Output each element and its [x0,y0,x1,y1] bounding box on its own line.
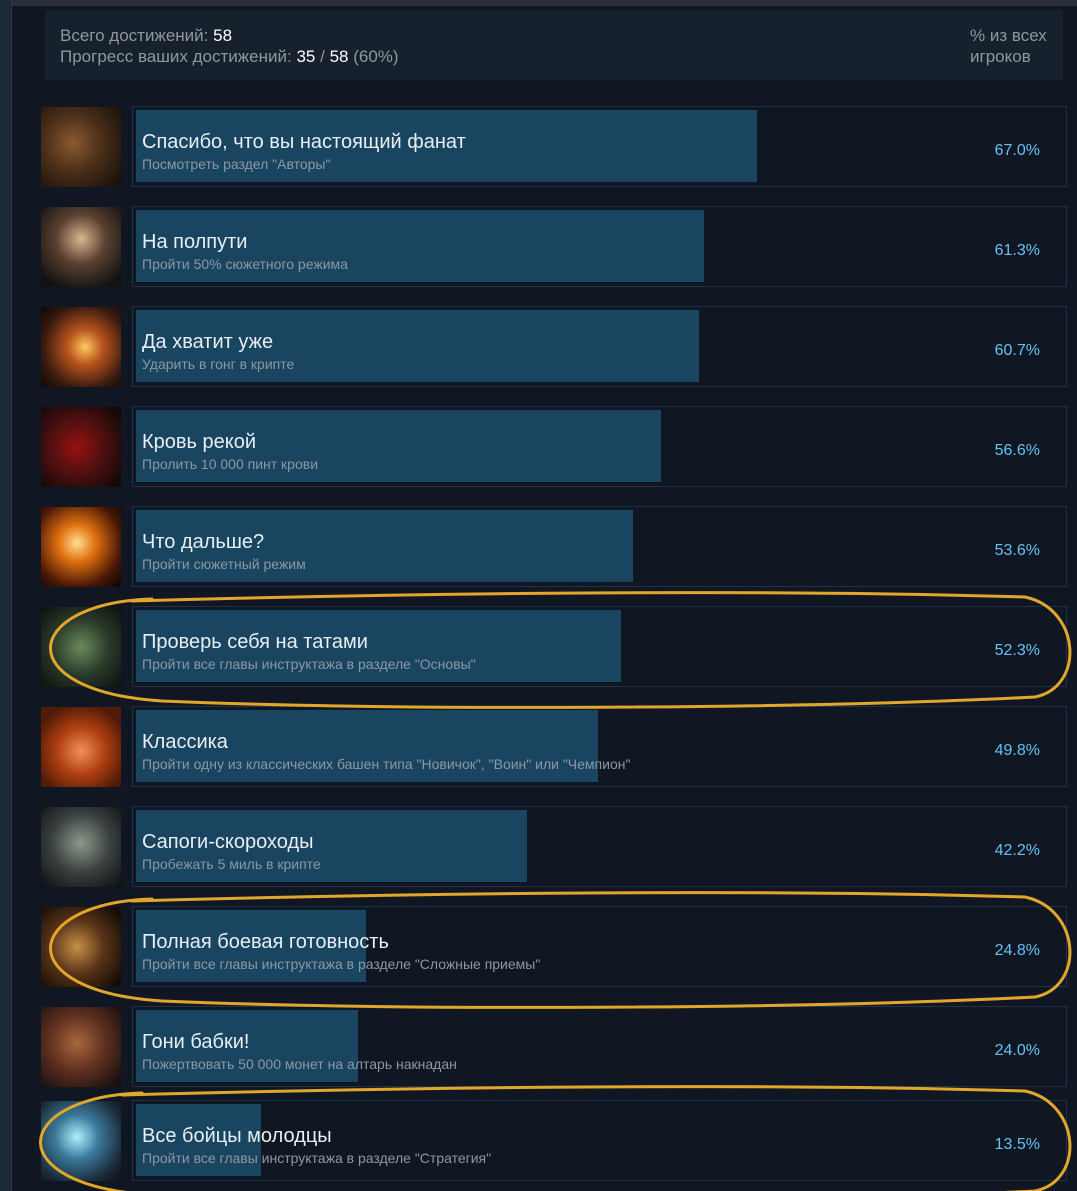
progress-label: Прогресс ваших достижений: [60,47,292,66]
achievement-title: Полная боевая готовность [142,931,389,953]
blood-achievement-icon [41,407,121,487]
achievement-description: Посмотреть раздел "Авторы" [142,156,331,172]
achievement-title: Классика [142,731,228,753]
left-rail [0,0,12,1191]
total-achievements-label: Всего достижений: [60,26,209,45]
money-achievement-icon [41,1007,121,1087]
achievement-row[interactable]: Что дальше? Пройти сюжетный режим 53.6% [41,506,1067,587]
achievement-row[interactable]: Полная боевая готовность Пройти все главы… [41,906,1067,987]
tatami-achievement-icon [41,607,121,687]
achievements-summary: Всего достижений: 58 Прогресс ваших дост… [45,10,1063,80]
achievement-global-percent: 24.8% [994,942,1040,959]
achievement-description: Пройти все главы инструктажа в разделе "… [142,656,476,672]
story-complete-achievement-icon [41,507,121,587]
achievement-progress-box: Спасибо, что вы настоящий фанат Посмотрет… [132,106,1067,187]
achievement-progress-box: Да хватит уже Ударить в гонг в крипте 60.7… [132,306,1067,387]
achievement-title: Все бойцы молодцы [142,1125,332,1147]
achievement-title: Сапоги-скороходы [142,831,314,853]
achievement-global-percent: 61.3% [994,242,1040,259]
achievement-progress-box: Полная боевая готовность Пройти все главы… [132,906,1067,987]
halfway-achievement-icon [41,207,121,287]
achievement-progress-box: Сапоги-скороходы Пробежать 5 миль в крипт… [132,806,1067,887]
achievement-title: Проверь себя на татами [142,631,368,653]
achievement-description: Пролить 10 000 пинт крови [142,456,319,472]
progress-separator: / [320,47,325,66]
achievement-description: Пройти все главы инструктажа в разделе "… [142,1150,492,1166]
achievement-description: Пройти одну из классических башен типа "… [142,756,631,772]
achievement-global-percent: 67.0% [994,142,1040,159]
achievement-progress-box: На полпути Пройти 50% сюжетного режима 61.… [132,206,1067,287]
achievement-progress-box: Все бойцы молодцы Пройти все главы инстру… [132,1100,1067,1181]
combat-ready-achievement-icon [41,907,121,987]
achievement-description: Ударить в гонг в крипте [142,356,295,372]
achievement-global-percent: 53.6% [994,542,1040,559]
total-achievements-line: Всего достижений: 58 [60,25,399,46]
achievement-progress-box: Что дальше? Пройти сюжетный режим 53.6% [132,506,1067,587]
achievement-title: На полпути [142,231,248,253]
achievement-global-percent: 49.8% [994,742,1040,759]
progress-percent: (60%) [353,47,399,66]
achievement-global-percent: 24.0% [994,1042,1040,1059]
classic-tower-achievement-icon [41,707,121,787]
achievement-title: Гони бабки! [142,1031,250,1053]
achievement-description: Пробежать 5 миль в крипте [142,856,321,872]
achievement-row[interactable]: Да хватит уже Ударить в гонг в крипте 60.7… [41,306,1067,387]
achievement-progress-box: Проверь себя на татами Пройти все главы и… [132,606,1067,687]
achievement-progress-box: Кровь рекой Пролить 10 000 пинт крови 56.6… [132,406,1067,487]
achievement-description: Пройти все главы инструктажа в разделе "… [142,956,541,972]
achievement-row[interactable]: Классика Пройти одну из классических баше… [41,706,1067,787]
achievement-description: Пройти 50% сюжетного режима [142,256,348,272]
achievement-row[interactable]: Кровь рекой Пролить 10 000 пинт крови 56.6… [41,406,1067,487]
achievement-global-percent: 52.3% [994,642,1040,659]
achievement-title: Кровь рекой [142,431,257,453]
progress-unlocked: 35 [296,47,316,66]
progress-line: Прогресс ваших достижений: 35 / 58 (60%) [60,46,399,67]
achievement-row[interactable]: Проверь себя на татами Пройти все главы и… [41,606,1067,687]
achievement-row[interactable]: На полпути Пройти 50% сюжетного режима 61.… [41,206,1067,287]
global-percent-header: % из всех игроков [970,26,1047,66]
achievement-title: Что дальше? [142,531,265,553]
achievement-progress-box: Классика Пройти одну из классических баше… [132,706,1067,787]
achievement-row[interactable]: Сапоги-скороходы Пробежать 5 миль в крипт… [41,806,1067,887]
achievement-row[interactable]: Все бойцы молодцы Пройти все главы инстру… [41,1100,1067,1181]
fan-achievement-icon [41,107,121,187]
strategy-achievement-icon [41,1101,121,1181]
achievement-description: Пожертвовать 50 000 монет на алтарь накн… [142,1056,457,1072]
achievement-title: Спасибо, что вы настоящий фанат [142,131,466,153]
achievement-global-percent: 42.2% [994,842,1040,859]
progress-total: 58 [329,47,349,66]
achievement-progress-box: Гони бабки! Пожертвовать 50 000 монет на … [132,1006,1067,1087]
achievement-row[interactable]: Гони бабки! Пожертвовать 50 000 монет на … [41,1006,1067,1087]
total-achievements-value: 58 [213,26,233,45]
boots-achievement-icon [41,807,121,887]
achievement-global-percent: 60.7% [994,342,1040,359]
achievement-row[interactable]: Спасибо, что вы настоящий фанат Посмотрет… [41,106,1067,187]
achievement-title: Да хватит уже [142,331,274,353]
achievement-global-percent: 56.6% [994,442,1040,459]
gong-achievement-icon [41,307,121,387]
achievement-description: Пройти сюжетный режим [142,556,306,572]
achievement-global-percent: 13.5% [994,1136,1040,1153]
